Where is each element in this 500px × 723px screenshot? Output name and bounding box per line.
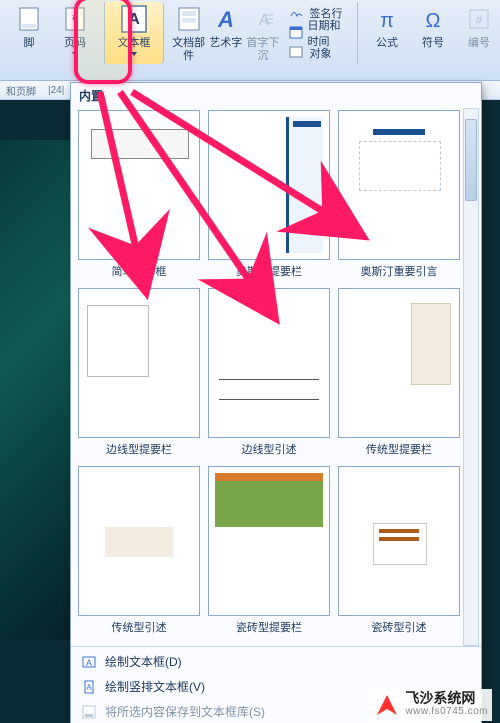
gallery: 简单文本框 奥斯汀提要栏 奥斯汀重要引言 边线型提要栏 边线型引述 (71, 106, 481, 646)
text-box-label: 文本框 (118, 37, 151, 50)
chevron-down-icon (72, 52, 78, 56)
ribbon-group-text2: 文档部件 A 艺术字 A 首字下沉 签名行 日期和时间 (164, 2, 358, 64)
footnote-button[interactable]: 脚 (6, 1, 52, 65)
ribbon-group-header-footer: 脚 # 页码 (0, 2, 105, 64)
quick-parts-button[interactable]: 文档部件 (170, 1, 207, 65)
tile-simple-text-box[interactable]: 简单文本框 (77, 110, 201, 282)
scrollbar-thumb[interactable] (465, 119, 477, 201)
signature-icon (289, 5, 305, 21)
equation-icon: π (372, 3, 402, 35)
header-footer-label: 和页脚 (6, 83, 36, 98)
tile-austin-quote[interactable]: 奥斯汀重要引言 (337, 110, 461, 282)
svg-text:A: A (217, 7, 234, 32)
gallery-scrollbar[interactable] (463, 108, 479, 646)
tile-austin-sidebar[interactable]: 奥斯汀提要栏 (207, 110, 331, 282)
tile-traditional-quote[interactable]: 传统型引述 (77, 466, 201, 638)
gallery-grid: 简单文本框 奥斯汀提要栏 奥斯汀重要引言 边线型提要栏 边线型引述 (71, 106, 481, 642)
svg-text:#: # (476, 13, 483, 27)
text-box-gallery-dropdown: 内置 简单文本框 奥斯汀提要栏 奥斯汀重要引言 边线型提要栏 (70, 82, 482, 723)
object-icon (289, 45, 305, 61)
chevron-down-icon (131, 52, 137, 56)
text-box-icon: A (119, 3, 149, 35)
quick-parts-label: 文档部件 (172, 37, 205, 63)
quick-parts-icon (174, 3, 204, 35)
tile-tile-sidebar[interactable]: 瓷砖型提要栏 (207, 466, 331, 638)
svg-text:π: π (380, 10, 394, 31)
ribbon-group-text: A 文本框 (105, 2, 164, 64)
word-art-label: 艺术字 (209, 37, 242, 50)
tile-traditional-sidebar[interactable]: 传统型提要栏 (337, 288, 461, 460)
ribbon-group-symbols: π 公式 Ω 符号 # 编号 (358, 2, 500, 64)
svg-text:A: A (86, 658, 92, 668)
page-number-button[interactable]: # 页码 (52, 1, 98, 65)
text-box-button[interactable]: A 文本框 (111, 1, 157, 65)
ribbon: 脚 # 页码 A 文本框 文档部件 A (0, 0, 500, 81)
equation-button[interactable]: π 公式 (364, 1, 410, 65)
svg-text:Ω: Ω (426, 10, 441, 31)
save-icon (81, 704, 97, 720)
tile-tile-quote[interactable]: 瓷砖型引述 (337, 466, 461, 638)
word-art-icon: A (211, 3, 241, 35)
symbol-button[interactable]: Ω 符号 (410, 1, 456, 65)
word-art-button[interactable]: A 艺术字 (207, 1, 244, 65)
number-button[interactable]: # 编号 (456, 1, 500, 65)
menu-draw-text-box[interactable]: A 绘制文本框(D) (71, 649, 481, 674)
watermark-url: www.fs0745.com (405, 705, 488, 719)
object-button[interactable]: 对象 (285, 43, 351, 63)
workspace: 内置 简单文本框 奥斯汀提要栏 奥斯汀重要引言 边线型提要栏 (0, 100, 500, 723)
number-icon: # (464, 3, 494, 35)
footnote-label: 脚 (24, 37, 35, 50)
watermark: 飞沙系统网 www.fs0745.com (369, 689, 492, 721)
page-number-icon: # (60, 3, 90, 35)
footnote-icon (14, 3, 44, 35)
drop-cap-label: 首字下沉 (246, 37, 279, 63)
tile-border-quote[interactable]: 边线型引述 (207, 288, 331, 460)
svg-text:A: A (128, 11, 140, 28)
drop-cap-icon: A (248, 3, 278, 35)
drop-cap-button[interactable]: A 首字下沉 (244, 1, 281, 65)
symbol-icon: Ω (418, 3, 448, 35)
calendar-icon (289, 25, 303, 41)
watermark-title: 飞沙系统网 (405, 691, 488, 705)
svg-text:#: # (72, 12, 79, 24)
date-time-button[interactable]: 日期和时间 (285, 23, 351, 43)
svg-text:A: A (86, 683, 92, 692)
document-background (0, 140, 70, 640)
gallery-section-title: 内置 (71, 83, 481, 106)
text-box-small-icon: A (81, 654, 97, 670)
vertical-text-box-icon: A (81, 679, 97, 695)
page-number-label: 页码 (64, 37, 86, 50)
tile-border-sidebar[interactable]: 边线型提要栏 (77, 288, 201, 460)
watermark-logo-icon (373, 691, 401, 719)
